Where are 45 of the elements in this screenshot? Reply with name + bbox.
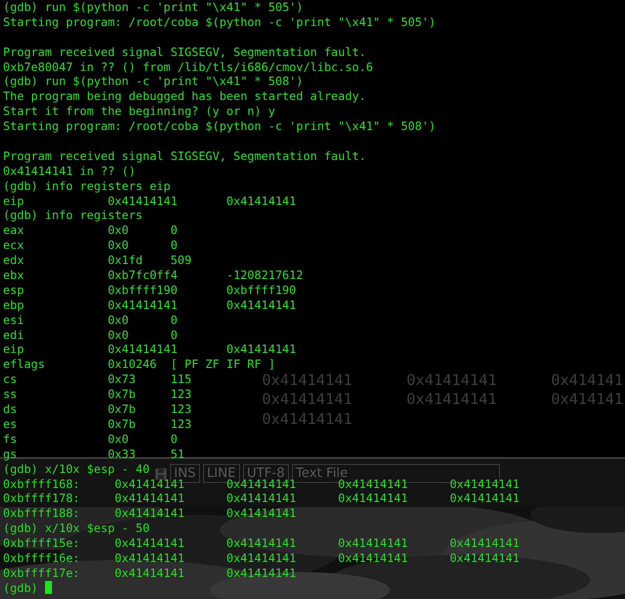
memory-line: 0xbffff188: 0x41414141 0x41414141 — [3, 506, 298, 522]
background-value: 0x41414141 — [406, 371, 497, 389]
terminal-line: (gdb) run $(python -c 'print "\x41" * 505') — [3, 0, 304, 15]
memory-line: 0xbffff17e: 0x41414141 0x41414141 — [3, 566, 298, 581]
background-value: 0x414141 — [550, 371, 624, 389]
terminal-line: (gdb) run $(python -c 'print "\x41" * 508') — [3, 74, 304, 90]
terminal-line: (gdb) info registers — [3, 208, 143, 224]
register-line: eax 0x0 0 — [3, 223, 178, 238]
terminal-line: The program being debugged has been started already. — [3, 89, 366, 104]
terminal-line: Program received signal SIGSEGV, Segmentation fault. — [3, 148, 366, 164]
register-line: edi 0x0 0 — [3, 328, 178, 342]
register-line: eflags 0x10246 [ PF ZF IF RF ] — [3, 357, 276, 372]
register-line: eip 0x41414141 0x41414141 — [3, 194, 296, 208]
terminal-line: (gdb) x/10x $esp - 40 — [3, 462, 150, 476]
background-value: 0x414141 — [550, 390, 624, 408]
register-line: edx 0x1fd 509 — [3, 253, 192, 268]
terminal-line: Program received signal SIGSEGV, Segmentation fault. — [3, 44, 366, 60]
register-line: ss 0x7b 123 — [3, 387, 192, 402]
register-line: ebp 0x41414141 0x41414141 — [3, 298, 296, 313]
terminal-line: (gdb) info registers eip — [3, 178, 171, 194]
terminal-line: Starting program: /root/coba $(python -c 'print "\x41" * 505') — [3, 14, 436, 30]
memory-line: 0xbffff178: 0x41414141 0x41414141 0x41414141 0x41414141 — [3, 491, 520, 506]
register-line: ds 0x7b 123 — [3, 402, 192, 417]
terminal-line: 0xb7e80047 in ?? () from /lib/tls/i686/cmov/libc.so.6 — [3, 60, 373, 74]
register-line: ecx 0x0 0 — [3, 238, 178, 254]
register-line: ebx 0xb7fc0ff4 -1208217612 — [3, 268, 304, 283]
memory-line: 0xbffff16e: 0x41414141 0x41414141 0x41414141 0x41414141 — [3, 550, 520, 566]
terminal-line: Starting program: /root/coba $(python -c 'print "\x41" * 508') — [3, 119, 436, 134]
register-line: esi 0x0 0 — [3, 312, 178, 328]
register-line: eip 0x41414141 0x41414141 — [3, 342, 296, 358]
register-line: es 0x7b 123 — [3, 416, 192, 432]
register-line: fs 0x0 0 — [3, 432, 178, 447]
save-icon[interactable] — [155, 468, 167, 480]
register-line: gs 0x33 51 — [3, 446, 184, 462]
register-line: esp 0xbffff190 0xbffff190 — [3, 282, 296, 298]
terminal-line: 0x41414141 in ?? () — [3, 164, 136, 179]
background-value: 0x41414141 — [262, 371, 352, 389]
terminal-line: (gdb) x/10x $esp - 50 — [3, 521, 150, 536]
prompt-text: (gdb) — [3, 580, 38, 595]
terminal-line: Start it from the beginning? (y or n) y — [3, 104, 276, 120]
register-line: cs 0x73 115 — [3, 372, 192, 388]
background-value: 0x41414141 — [262, 410, 352, 428]
memory-line: 0xbffff15e: 0x41414141 0x41414141 0x41414141 0x41414141 — [3, 536, 520, 551]
background-value: 0x41414141 — [406, 390, 497, 408]
background-value: 0x41414141 — [262, 390, 352, 408]
